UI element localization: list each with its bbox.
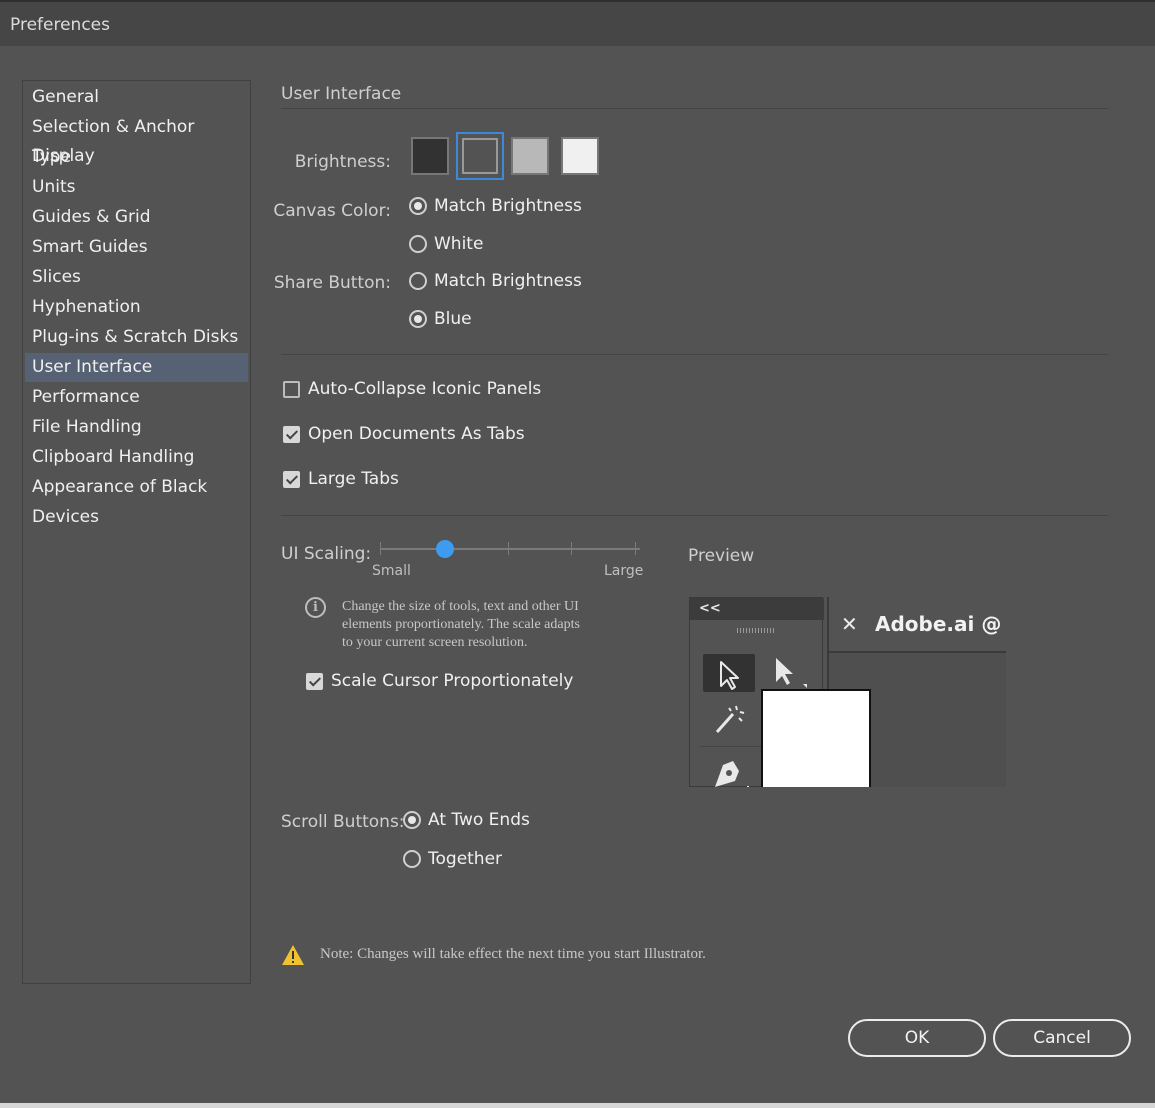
ui-scaling-slider-track[interactable] (380, 548, 640, 550)
radio-label: Match Brightness (434, 271, 582, 291)
checkbox-label: Scale Cursor Proportionately (331, 671, 574, 691)
ok-button[interactable]: OK (848, 1019, 986, 1057)
scroll-buttons-at-two-ends-radio[interactable]: At Two Ends (403, 810, 530, 830)
document-tab-name: Adobe.ai @ 70 (875, 612, 1006, 636)
divider (281, 515, 1108, 516)
sidebar-item-user-interface[interactable]: User Interface (25, 353, 248, 382)
radio-label: Blue (434, 309, 472, 329)
sidebar-item-devices[interactable]: Devices (25, 503, 248, 532)
preferences-sidebar: General Selection & Anchor Display Type … (22, 80, 251, 984)
warning-icon (281, 944, 305, 970)
brightness-swatch-light[interactable] (561, 137, 599, 175)
checkbox-box (283, 425, 300, 443)
slider-max-label: Large (604, 563, 644, 579)
slider-tick (571, 542, 572, 555)
sidebar-item-slices[interactable]: Slices (25, 263, 248, 292)
sidebar-item-smart-guides[interactable]: Smart Guides (25, 233, 248, 262)
pen-tool-icon (703, 753, 755, 787)
window-bottom-edge (0, 1103, 1155, 1108)
divider (281, 108, 1108, 109)
open-documents-as-tabs-checkbox[interactable]: Open Documents As Tabs (283, 424, 525, 444)
description-line: to your current screen resolution. (342, 635, 528, 650)
divider (281, 354, 1108, 355)
section-title: User Interface (281, 84, 402, 104)
radio-indicator (409, 272, 427, 290)
title-bar: Preferences (0, 0, 1155, 46)
checkbox-box (283, 380, 300, 398)
large-tabs-checkbox[interactable]: Large Tabs (283, 469, 399, 489)
description-line: elements proportionately. The scale adap… (342, 617, 580, 632)
radio-indicator (403, 850, 421, 868)
close-icon: ✕ (841, 612, 858, 636)
sidebar-item-guides-grid[interactable]: Guides & Grid (25, 203, 248, 232)
sidebar-item-units[interactable]: Units (25, 173, 248, 202)
brightness-swatch-inner (462, 138, 498, 174)
share-button-blue-radio[interactable]: Blue (409, 309, 472, 329)
slider-tick (508, 542, 509, 555)
canvas-color-white-radio[interactable]: White (409, 234, 483, 254)
restart-note: Note: Changes will take effect the next … (320, 946, 706, 962)
brightness-label: Brightness: (294, 152, 391, 172)
checkbox-label: Auto-Collapse Iconic Panels (308, 379, 542, 399)
cancel-button[interactable]: Cancel (993, 1019, 1131, 1057)
magic-wand-tool-icon (703, 700, 755, 738)
canvas-color-label: Canvas Color: (273, 201, 391, 221)
checkbox-label: Large Tabs (308, 469, 399, 489)
direct-selection-tool-icon (760, 654, 812, 692)
share-button-label: Share Button: (273, 273, 391, 293)
info-icon: i (305, 597, 326, 618)
checkbox-box (306, 672, 323, 690)
radio-label: Together (428, 849, 503, 869)
slider-min-label: Small (372, 563, 411, 579)
brightness-swatch-darkest[interactable] (411, 137, 449, 175)
scroll-buttons-label: Scroll Buttons: (281, 812, 405, 832)
ui-scaling-label: UI Scaling: (281, 544, 372, 564)
scroll-buttons-together-radio[interactable]: Together (403, 849, 502, 869)
checkbox-label: Open Documents As Tabs (308, 424, 525, 444)
preview-pane: << ✕ Adobe.ai @ 70 (689, 597, 1006, 787)
radio-indicator (409, 310, 427, 328)
scale-cursor-proportionately-checkbox[interactable]: Scale Cursor Proportionately (306, 671, 573, 691)
slider-tick (635, 542, 636, 555)
sidebar-item-performance[interactable]: Performance (25, 383, 248, 412)
radio-label: Match Brightness (434, 196, 582, 216)
collapse-panel-icon: << (690, 598, 824, 620)
brightness-swatch-medium-light[interactable] (511, 137, 549, 175)
sidebar-item-type[interactable]: Type (25, 143, 248, 172)
sidebar-item-clipboard-handling[interactable]: Clipboard Handling (25, 443, 248, 472)
auto-collapse-iconic-panels-checkbox[interactable]: Auto-Collapse Iconic Panels (283, 379, 541, 399)
canvas-color-match-brightness-radio[interactable]: Match Brightness (409, 196, 582, 216)
brightness-swatch-medium-dark[interactable] (456, 132, 504, 180)
ui-scaling-description: Change the size of tools, text and other… (342, 598, 652, 652)
radio-indicator (403, 811, 421, 829)
radio-indicator (409, 235, 427, 253)
sidebar-item-plugins-scratch-disks[interactable]: Plug-ins & Scratch Disks (25, 323, 248, 352)
selection-tool-icon (703, 654, 755, 692)
sidebar-item-file-handling[interactable]: File Handling (25, 413, 248, 442)
sidebar-item-selection-anchor-display[interactable]: Selection & Anchor Display (25, 113, 248, 166)
ui-scaling-slider-handle[interactable] (436, 540, 454, 558)
sidebar-item-hyphenation[interactable]: Hyphenation (25, 293, 248, 322)
share-button-match-brightness-radio[interactable]: Match Brightness (409, 271, 582, 291)
window-title: Preferences (10, 15, 110, 35)
sidebar-item-appearance-of-black[interactable]: Appearance of Black (25, 473, 248, 502)
preview-artboard (761, 689, 871, 787)
sidebar-item-general[interactable]: General (25, 83, 248, 112)
panel-grip (737, 628, 775, 633)
radio-indicator (409, 197, 427, 215)
preview-document-tab: ✕ Adobe.ai @ 70 (829, 597, 1006, 653)
slider-tick (380, 542, 381, 555)
checkbox-box (283, 470, 300, 488)
radio-label: White (434, 234, 484, 254)
description-line: Change the size of tools, text and other… (342, 599, 579, 614)
radio-label: At Two Ends (428, 810, 530, 830)
preview-label: Preview (688, 546, 755, 566)
